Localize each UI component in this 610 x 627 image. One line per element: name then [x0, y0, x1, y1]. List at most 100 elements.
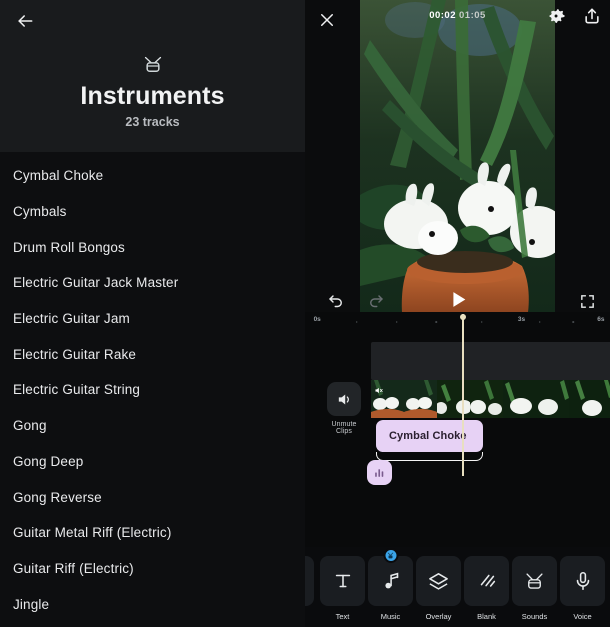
play-button[interactable]	[447, 289, 469, 316]
track-name: Gong Reverse	[13, 489, 102, 505]
toolbar-item-text[interactable]: Text	[320, 556, 365, 621]
toolbar-item-music-label: Music	[380, 612, 401, 621]
redo-icon[interactable]	[367, 293, 385, 311]
list-item[interactable]: Jingle	[0, 586, 305, 622]
unmute-clips-control: Unmute Clips	[323, 382, 365, 435]
list-item[interactable]: Cymbal Choke	[0, 158, 305, 194]
list-item[interactable]: Gong	[0, 408, 305, 444]
video-editor-app: Instruments 23 tracks Cymbal Choke Cymba…	[0, 0, 610, 627]
track-name: Guitar Metal Riff (Electric)	[13, 525, 172, 541]
ruler-tick-mark	[481, 321, 483, 323]
track-name: Electric Guitar String	[13, 382, 141, 398]
list-item[interactable]: Cymbals	[0, 194, 305, 230]
list-item[interactable]: Gong Reverse	[0, 479, 305, 515]
list-item[interactable]: Guitar Metal Riff (Electric)	[0, 515, 305, 551]
fullscreen-icon	[581, 295, 594, 308]
track-name: Guitar Riff (Electric)	[13, 560, 134, 576]
filmstrip-frame	[437, 380, 470, 418]
audio-clip-label: Cymbal Choke	[389, 430, 467, 442]
back-button[interactable]	[10, 6, 40, 36]
clip-mute-indicator	[374, 382, 383, 400]
track-name: Electric Guitar Jam	[13, 311, 130, 327]
track-name: Cymbal Choke	[13, 168, 104, 184]
video-player[interactable]: 00:02 01:05	[360, 0, 555, 312]
filmstrip-frame	[404, 380, 437, 418]
track-name: Gong	[13, 418, 47, 434]
page-title: Instruments	[80, 82, 225, 110]
filmstrip-frame	[503, 380, 536, 418]
toolbar-item-voice-label: Voice	[573, 612, 592, 621]
toolbar-item-sounds[interactable]: Sounds	[512, 556, 557, 621]
play-icon	[452, 292, 465, 307]
drum-icon	[144, 56, 161, 72]
current-time: 00:02	[429, 10, 456, 21]
toolbar-item-overlay[interactable]: Overlay	[416, 556, 461, 621]
toolbar-item-blank-label: Blank	[477, 612, 496, 621]
filmstrip-frame	[470, 380, 503, 418]
instruments-panel-header: Instruments 23 tracks	[0, 0, 305, 152]
speaker-icon	[338, 394, 349, 404]
video-preview-area: 00:02 01:05	[305, 0, 610, 312]
diagonal-lines-icon	[480, 574, 495, 587]
music-note-icon	[384, 572, 398, 589]
music-badge-icon	[387, 552, 394, 558]
ruler-tick-mark	[539, 321, 541, 323]
share-export-icon[interactable]	[582, 6, 602, 26]
toolbar-item-overlay-label: Overlay	[425, 612, 452, 621]
drum-icon	[526, 572, 543, 589]
list-item[interactable]: Electric Guitar Jam	[0, 301, 305, 337]
toolbar-item-text-box	[320, 556, 365, 606]
undo-icon[interactable]	[327, 293, 345, 311]
ruler-tick-mark	[395, 321, 398, 323]
speaker-mute-icon	[375, 387, 383, 394]
list-item[interactable]: Guitar Riff (Electric)	[0, 551, 305, 587]
preview-actions	[546, 6, 602, 26]
microphone-icon	[576, 571, 589, 591]
track-name: Gong Deep	[13, 453, 84, 469]
list-item[interactable]: Gong Deep	[0, 444, 305, 480]
timeline-blank-track[interactable]	[371, 342, 610, 380]
track-name: Jingle	[13, 596, 50, 612]
toolbar-item-voice-box	[560, 556, 605, 606]
toolbar-item-sounds-label: Sounds	[521, 612, 548, 621]
track-list: Cymbal Choke Cymbals Drum Roll Bongos El…	[0, 152, 305, 622]
list-item[interactable]: Electric Guitar Jack Master	[0, 265, 305, 301]
clip-selection-bracket	[376, 452, 483, 461]
ruler-tick-label: 0s	[313, 316, 321, 323]
fullscreen-button[interactable]	[579, 293, 596, 315]
toolbar-item-music[interactable]: Music	[368, 548, 413, 621]
toolbar-item-partial[interactable]	[305, 556, 314, 606]
list-item[interactable]: Electric Guitar Rake	[0, 336, 305, 372]
gear-icon[interactable]	[546, 6, 566, 26]
instruments-panel: Instruments 23 tracks Cymbal Choke Cymba…	[0, 0, 305, 627]
list-item[interactable]: Electric Guitar String	[0, 372, 305, 408]
bottom-toolbar: Text Music Overlay Blank Sounds Voice	[305, 547, 610, 627]
toolbar-item-voice[interactable]: Voice	[560, 556, 605, 621]
playhead[interactable]	[459, 314, 466, 476]
track-name: Cymbals	[13, 204, 67, 220]
close-icon	[321, 14, 333, 26]
text-icon	[335, 574, 350, 588]
toolbar-item-music-box	[368, 556, 413, 606]
editor-panel: 00:02 01:05 0s 3s 6s Unmute Clips Cymbal…	[305, 0, 610, 627]
undo-redo-group	[327, 293, 385, 311]
ruler-tick-mark	[572, 321, 575, 323]
ruler-tick-label: 6s	[597, 316, 605, 323]
close-button[interactable]	[313, 6, 341, 34]
unmute-clips-button[interactable]	[327, 382, 361, 416]
toolbar-item-blank[interactable]: Blank	[464, 556, 509, 621]
toolbar-item-text-label: Text	[335, 612, 350, 621]
list-item[interactable]: Drum Roll Bongos	[0, 229, 305, 265]
music-badge	[383, 548, 398, 563]
waveform-icon	[375, 469, 384, 477]
total-time: 01:05	[459, 10, 486, 21]
waveform-button[interactable]	[367, 460, 392, 485]
toolbar-item-blank-box	[464, 556, 509, 606]
arrow-left-icon	[18, 15, 33, 27]
track-count: 23 tracks	[125, 115, 180, 129]
audio-clip-cymbal-choke[interactable]: Cymbal Choke	[376, 420, 483, 452]
video-track-filmstrip[interactable]	[371, 380, 610, 418]
playhead-handle[interactable]	[459, 314, 466, 320]
unmute-clips-label: Unmute Clips	[331, 421, 357, 435]
timeline: Unmute Clips Cymbal Choke	[305, 314, 610, 547]
